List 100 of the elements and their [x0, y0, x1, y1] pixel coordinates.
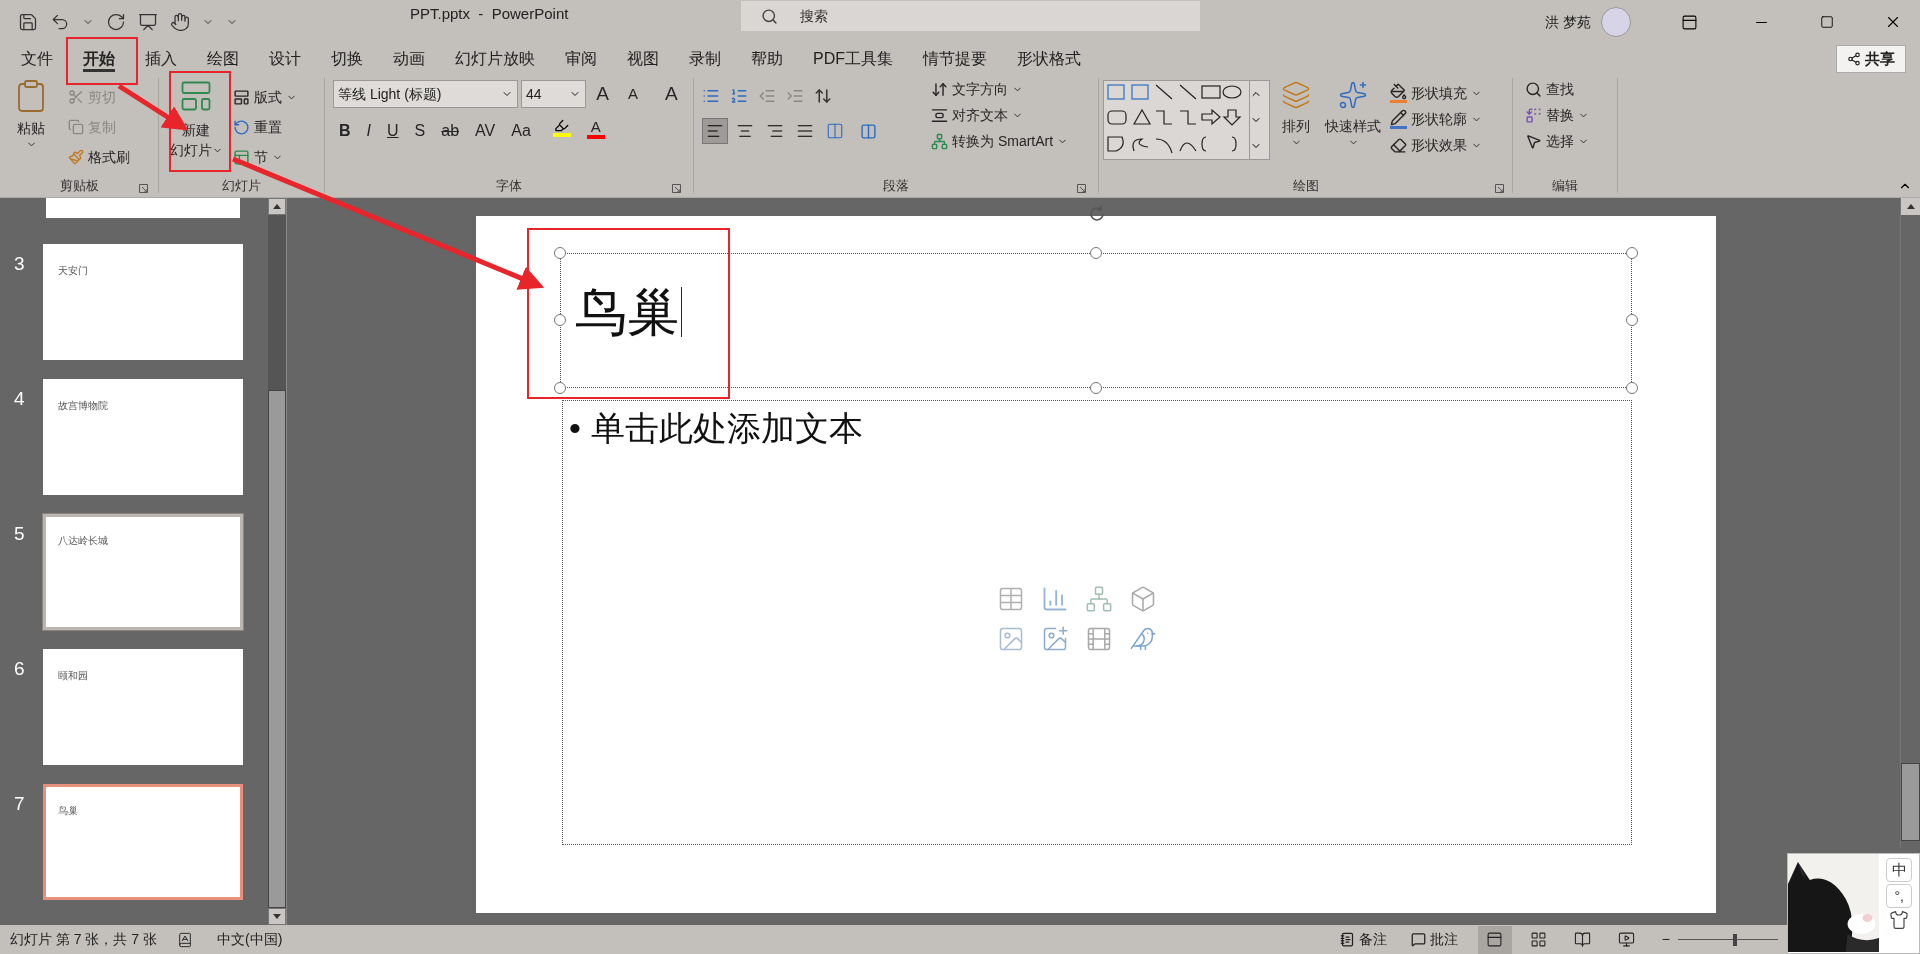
view-button[interactable]	[1477, 925, 1512, 954]
slide-thumbnail[interactable]: 鸟巢	[43, 784, 243, 900]
zoom-slider[interactable]	[1678, 933, 1778, 946]
scroll-up-icon[interactable]	[273, 204, 281, 209]
dialog-launcher-icon[interactable]	[1495, 184, 1504, 193]
skin-icon[interactable]	[1889, 910, 1910, 930]
resize-handle[interactable]	[1626, 314, 1638, 326]
slide-tool-button[interactable]: 重置	[229, 112, 301, 142]
punctuation-button[interactable]: °,	[1886, 884, 1913, 908]
insert-video-icon[interactable]	[1085, 625, 1113, 653]
font-family-dropdown[interactable]: 等线 Light (标题)	[333, 80, 519, 108]
resize-handle[interactable]	[554, 382, 566, 394]
bullet-list-icon[interactable]	[702, 87, 720, 105]
ribbon-display-icon[interactable]	[1681, 13, 1698, 31]
slide-tool-button[interactable]: 节	[229, 142, 301, 172]
shrink-font-button[interactable]: A	[619, 80, 647, 108]
zoom-thumb[interactable]	[1733, 933, 1737, 946]
ribbon-tab[interactable]: 幻灯片放映	[440, 44, 550, 74]
clear-format-button[interactable]: A	[657, 80, 685, 108]
text-style-button[interactable]: S	[408, 118, 432, 144]
slide-thumbnail[interactable]: 故宫博物院	[43, 379, 243, 495]
paste-button[interactable]: 粘贴	[6, 78, 56, 172]
ribbon-tab[interactable]: 形状格式	[1002, 44, 1096, 74]
font-size-dropdown[interactable]: 44	[521, 80, 586, 108]
dialog-launcher-icon[interactable]	[1077, 184, 1086, 193]
resize-handle[interactable]	[1090, 247, 1102, 259]
clipboard-tool-button[interactable]: 格式刷	[64, 142, 134, 172]
scroll-thumb[interactable]	[1901, 763, 1920, 841]
resize-handle[interactable]	[1626, 382, 1638, 394]
ribbon-tab[interactable]: 设计	[254, 44, 316, 74]
line-spacing-icon[interactable]	[814, 87, 832, 105]
shapes-gallery[interactable]	[1103, 80, 1270, 160]
ribbon-tab[interactable]: 录制	[674, 44, 736, 74]
dialog-launcher-icon[interactable]	[139, 184, 148, 193]
font-color-button[interactable]: A	[580, 118, 611, 144]
text-style-button[interactable]: AV	[469, 118, 502, 144]
arrange-button[interactable]: 排列	[1274, 80, 1318, 148]
insert-icon-icon[interactable]	[1129, 625, 1157, 653]
paragraph-tool-button[interactable]: 对齐文本	[927, 102, 1073, 128]
insert-3d-model-icon[interactable]	[1129, 585, 1157, 613]
text-style-button[interactable]: Aa	[505, 118, 537, 144]
resize-handle[interactable]	[1626, 247, 1638, 259]
ribbon-tab[interactable]: 开始	[68, 44, 130, 74]
slide-thumbnail[interactable]: 颐和园	[43, 649, 243, 765]
text-style-button[interactable]: U	[381, 118, 405, 144]
slide-thumbnail[interactable]: 天安门	[43, 244, 243, 360]
paragraph-tool-button[interactable]: 文字方向	[927, 76, 1073, 102]
ribbon-tab[interactable]: 帮助	[736, 44, 798, 74]
insert-table-icon[interactable]	[997, 585, 1025, 613]
shape-format-button[interactable]: 形状效果	[1388, 132, 1484, 158]
search-field[interactable]: 搜索	[741, 1, 1200, 31]
resize-handle[interactable]	[554, 247, 566, 259]
numbered-list-icon[interactable]	[730, 87, 748, 105]
grow-font-button[interactable]: A	[588, 80, 617, 108]
align-button[interactable]	[702, 118, 728, 144]
text-style-button[interactable]: ab	[435, 118, 466, 144]
presentation-icon[interactable]	[138, 12, 158, 32]
ribbon-tab[interactable]: 切换	[316, 44, 378, 74]
scroll-down-icon[interactable]	[273, 914, 281, 919]
ribbon-tab[interactable]: 动画	[378, 44, 440, 74]
zoom-out-button[interactable]: −	[1661, 929, 1670, 950]
ribbon-tab[interactable]: 插入	[130, 44, 192, 74]
share-button[interactable]: 共享	[1836, 45, 1906, 73]
notes-button[interactable]: 备注	[1339, 929, 1387, 950]
slide-tool-button[interactable]: 版式	[229, 82, 301, 112]
editing-tool-button[interactable]: 查找	[1521, 76, 1609, 102]
slide-thumbnail[interactable]	[46, 198, 240, 218]
language[interactable]: 中文(中国)	[217, 929, 283, 950]
resize-handle[interactable]	[554, 314, 566, 326]
shape-format-button[interactable]: 形状填充	[1388, 80, 1484, 106]
ribbon-tab[interactable]: 绘图	[192, 44, 254, 74]
spelling-icon[interactable]	[177, 931, 194, 948]
columns-icon[interactable]	[860, 122, 877, 140]
scroll-thumb[interactable]	[268, 390, 286, 908]
redo-icon[interactable]	[106, 12, 126, 32]
save-icon[interactable]	[18, 12, 38, 32]
editing-tool-button[interactable]: 替换	[1521, 102, 1609, 128]
insert-online-picture-icon[interactable]	[1041, 625, 1069, 653]
ribbon-tab[interactable]: 审阅	[550, 44, 612, 74]
ribbon-tab[interactable]: PDF工具集	[798, 44, 908, 74]
ribbon-tab[interactable]: 视图	[612, 44, 674, 74]
slide-thumbnail[interactable]: 八达岭长城	[43, 514, 243, 630]
touch-icon[interactable]	[170, 12, 190, 32]
scrollbar[interactable]	[1900, 198, 1920, 848]
text-style-button[interactable]: B	[333, 118, 357, 144]
ribbon-tab[interactable]: 情节提要	[908, 44, 1002, 74]
ime-mode-button[interactable]: 中	[1886, 858, 1913, 882]
scroll-up-icon[interactable]	[1906, 204, 1915, 209]
resize-handle[interactable]	[1090, 382, 1102, 394]
content-placeholder[interactable]: • 单击此处添加文本	[562, 400, 1632, 845]
quick-styles-button[interactable]: 快速样式	[1322, 80, 1384, 148]
text-style-button[interactable]: I	[360, 118, 377, 144]
editing-tool-button[interactable]: 选择	[1521, 128, 1609, 154]
shape-format-button[interactable]: 形状轮廓	[1388, 106, 1484, 132]
dialog-launcher-icon[interactable]	[672, 184, 681, 193]
comments-button[interactable]: 批注	[1410, 929, 1458, 950]
scrollbar[interactable]	[268, 198, 286, 925]
maximize-icon[interactable]	[1820, 15, 1834, 29]
ribbon-tab[interactable]: 文件	[6, 44, 68, 74]
rotate-handle-icon[interactable]	[1087, 204, 1107, 224]
